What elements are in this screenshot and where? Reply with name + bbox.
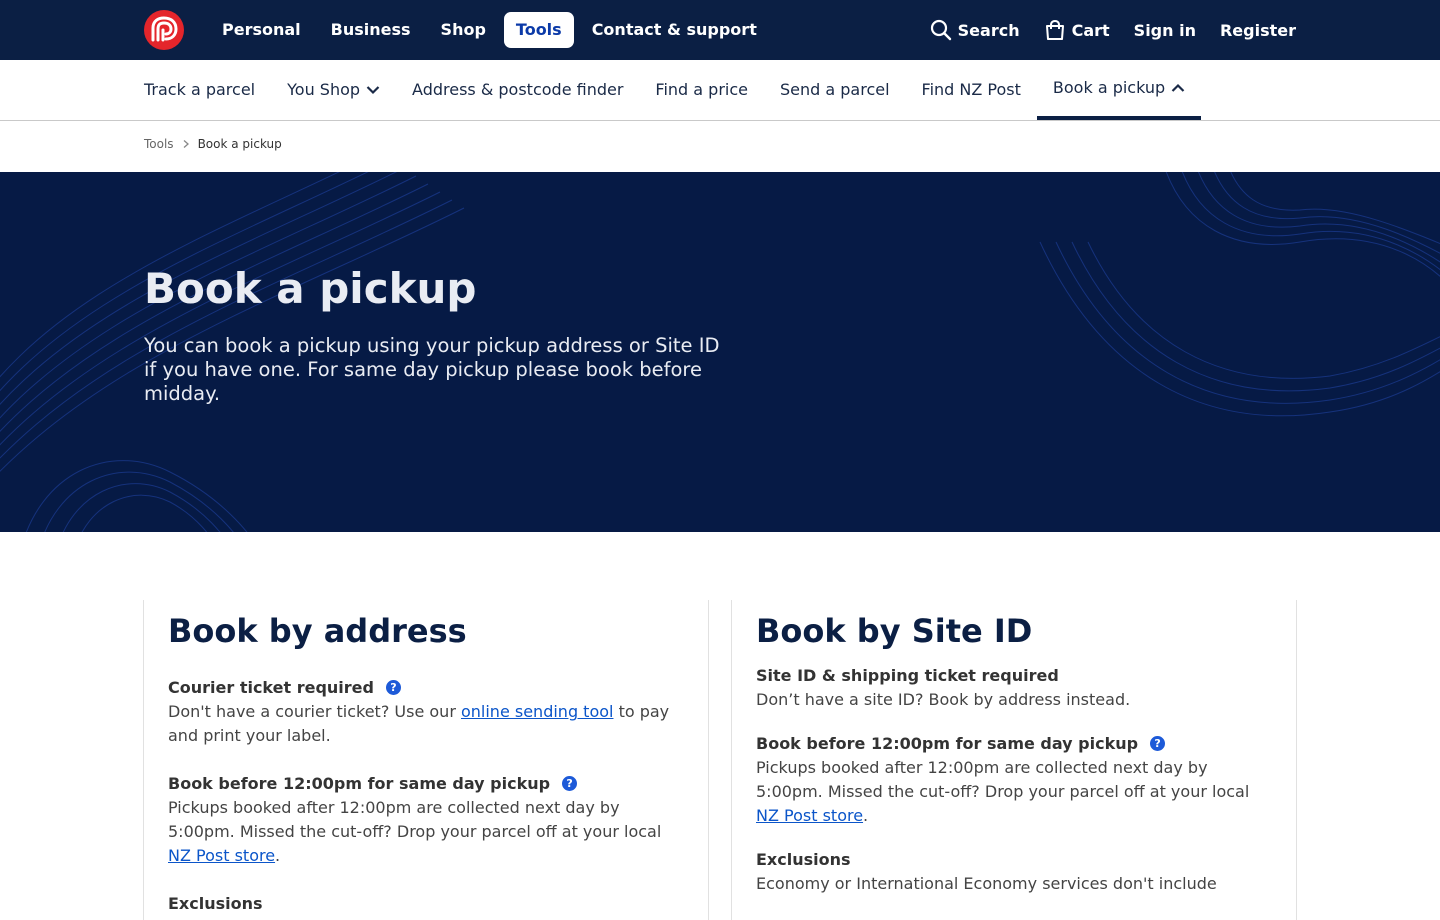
search-icon (930, 19, 951, 41)
section-body: Don’t have a site ID? Book by address in… (756, 690, 1131, 709)
section-heading: Book before 12:00pm for same day pickup … (168, 772, 684, 794)
chevron-down-icon (366, 86, 380, 95)
top-navigation-bar: Personal Business Shop Tools Contact & s… (0, 0, 1440, 60)
body-text: Pickups booked after 12:00pm are collect… (756, 758, 1250, 801)
shopping-bag-icon (1045, 19, 1064, 40)
section-heading-text: Site ID & shipping ticket required (756, 665, 1059, 685)
section-heading-text: Courier ticket required (168, 677, 374, 697)
nav-business[interactable]: Business (319, 12, 423, 48)
subnav-label: Find NZ Post (921, 80, 1021, 99)
subnav-find-a-price[interactable]: Find a price (639, 60, 764, 120)
section-heading: Exclusions (756, 848, 1272, 870)
hero-banner: Book a pickup You can book a pickup usin… (0, 172, 1440, 532)
section-body: Economy or International Economy service… (756, 874, 1217, 893)
subnav-label: Address & postcode finder (412, 80, 624, 99)
chevron-right-icon (183, 140, 189, 148)
nz-post-logo[interactable] (143, 9, 185, 51)
help-icon[interactable]: ? (1150, 735, 1166, 751)
nav-shop[interactable]: Shop (429, 12, 498, 48)
cart-label: Cart (1071, 20, 1110, 40)
subnav-book-a-pickup[interactable]: Book a pickup (1036, 60, 1202, 120)
search-button[interactable]: Search (930, 19, 1020, 41)
body-text: Don't have a courier ticket? Use our (168, 702, 461, 721)
breadcrumb-current: Book a pickup (197, 137, 282, 151)
cutoff-section: Book before 12:00pm for same day pickup … (168, 772, 684, 868)
section-body: Pickups booked after 12:00pm are collect… (168, 796, 684, 868)
section-heading-text: Book before 12:00pm for same day pickup (756, 733, 1139, 753)
ticket-section: Courier ticket required ? Don't have a c… (168, 676, 684, 748)
breadcrumb-tools-link[interactable]: Tools (144, 137, 174, 151)
section-heading-text: Exclusions (168, 893, 263, 913)
section-heading: Site ID & shipping ticket required (756, 664, 1272, 686)
nz-post-store-link[interactable]: NZ Post store (168, 846, 275, 865)
breadcrumb: Tools Book a pickup (144, 137, 282, 151)
cutoff-section: Book before 12:00pm for same day pickup … (756, 732, 1272, 828)
book-by-address-card: Book by address Courier ticket required … (143, 600, 709, 920)
nz-post-store-link[interactable]: NZ Post store (756, 806, 863, 825)
chevron-up-icon (1171, 83, 1185, 92)
subnav-label: Send a parcel (780, 80, 890, 99)
exclusions-section: Exclusions Economy or International Econ… (756, 848, 1272, 896)
card-title: Book by Site ID (756, 612, 1033, 650)
body-text: Pickups booked after 12:00pm are collect… (168, 798, 662, 841)
cart-button[interactable]: Cart (1044, 19, 1110, 41)
utility-nav: Search Cart Sign in Register (930, 12, 1296, 48)
subnav-send-a-parcel[interactable]: Send a parcel (764, 60, 906, 120)
tools-subnav: Track a parcel You Shop Address & postco… (0, 60, 1440, 121)
section-heading: Exclusions (168, 892, 684, 914)
sign-in-link[interactable]: Sign in (1134, 21, 1196, 40)
subnav-track-a-parcel[interactable]: Track a parcel (128, 60, 271, 120)
section-body: Don't have a courier ticket? Use our onl… (168, 700, 684, 748)
subnav-label: You Shop (287, 80, 361, 99)
subnav-label: Find a price (655, 80, 748, 99)
body-text: . (863, 806, 869, 825)
section-heading: Book before 12:00pm for same day pickup … (756, 732, 1272, 754)
book-by-site-id-card: Book by Site ID Site ID & shipping ticke… (731, 600, 1297, 920)
exclusions-section: Exclusions (168, 892, 684, 914)
page-title: Book a pickup (144, 264, 477, 313)
page-description: You can book a pickup using your pickup … (144, 334, 720, 405)
help-icon[interactable]: ? (562, 775, 578, 791)
section-heading-text: Book before 12:00pm for same day pickup (168, 773, 551, 793)
section-body: Pickups booked after 12:00pm are collect… (756, 756, 1272, 828)
nav-contact-support[interactable]: Contact & support (580, 12, 769, 48)
subnav-address-postcode-finder[interactable]: Address & postcode finder (396, 60, 639, 120)
main-nav: Personal Business Shop Tools Contact & s… (210, 12, 769, 48)
subnav-label: Book a pickup (1052, 78, 1166, 97)
card-title: Book by address (168, 612, 467, 650)
subnav-you-shop[interactable]: You Shop (271, 60, 396, 120)
body-text: . (275, 846, 281, 865)
online-sending-tool-link[interactable]: online sending tool (461, 702, 614, 721)
help-icon[interactable]: ? (385, 679, 401, 695)
nav-tools[interactable]: Tools (503, 12, 574, 48)
search-label: Search (957, 20, 1020, 40)
nav-personal[interactable]: Personal (210, 12, 313, 48)
section-heading-text: Exclusions (756, 849, 851, 869)
siteid-section: Site ID & shipping ticket required Don’t… (756, 664, 1272, 712)
subnav-label: Track a parcel (144, 80, 256, 99)
subnav-find-nz-post[interactable]: Find NZ Post (906, 60, 1037, 120)
section-heading: Courier ticket required ? (168, 676, 684, 698)
register-link[interactable]: Register (1220, 21, 1296, 40)
